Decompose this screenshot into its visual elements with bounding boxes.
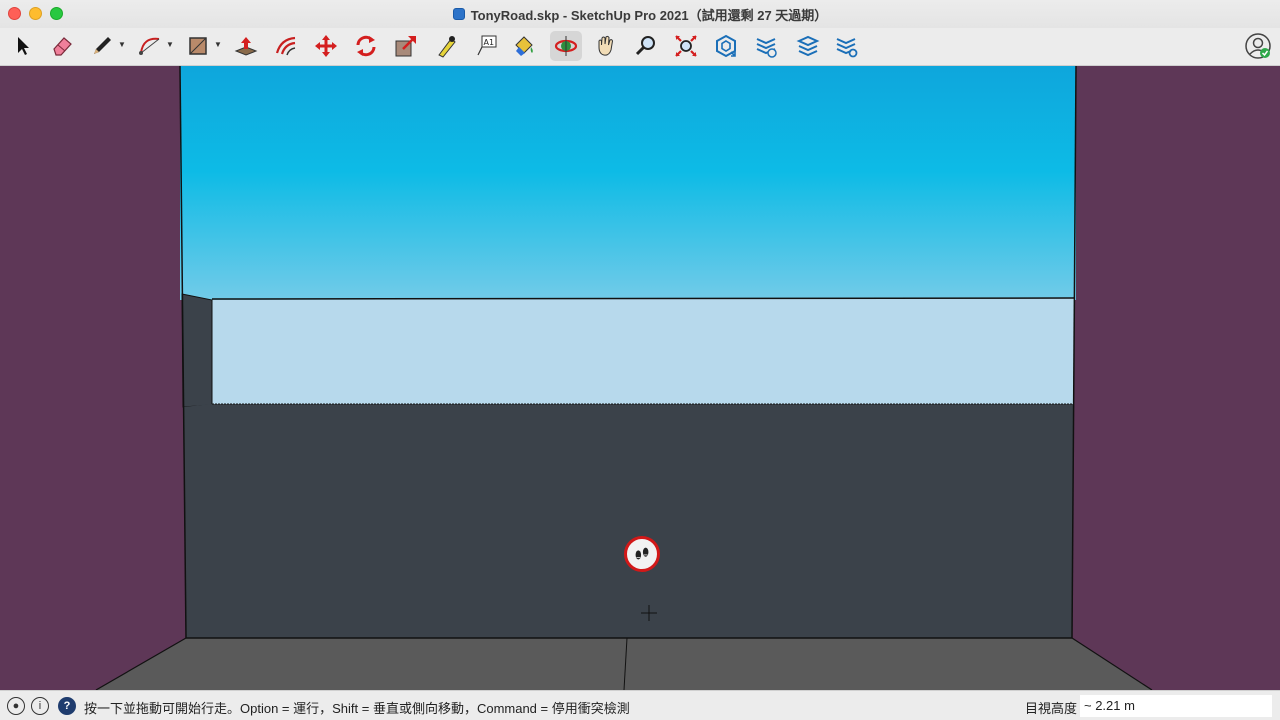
layout-send-button[interactable] [792,31,824,61]
magnifier-icon [635,36,655,56]
offset-icon [275,36,296,56]
far-wall [183,404,1074,638]
window-controls [8,7,63,20]
arc-tool-dropdown-caret[interactable]: ▼ [166,40,174,49]
account-button[interactable] [1244,32,1272,60]
minimize-window-button[interactable] [29,7,42,20]
extension-warehouse-icon [756,38,777,58]
rectangle-icon [189,37,207,55]
select-tool-button[interactable] [6,31,38,61]
scene-drawing [0,66,1280,690]
offset-tool-button[interactable] [270,31,302,61]
tape-measure-tool-button[interactable] [430,31,462,61]
horizon-haze [212,298,1074,405]
arc-tool-button[interactable] [134,31,166,61]
hand-icon [598,35,614,56]
zoom-extents-icon [675,35,697,57]
help-icon[interactable]: ? [58,697,76,715]
eye-height-label: 目視高度 [1025,701,1078,716]
line-tool-button[interactable] [86,31,118,61]
status-message: 按一下並拖動可開始行走。Option = 運行，Shift = 垂直或側向移動，… [84,701,630,716]
walk-cursor [624,536,660,572]
eye-height-value-field[interactable]: ~ 2.21 m [1080,695,1272,717]
scale-icon [395,36,416,57]
status-bar: ● i ? 按一下並拖動可開始行走。Option = 運行，Shift = 垂直… [0,690,1280,720]
close-window-button[interactable] [8,7,21,20]
extension-warehouse-button[interactable] [750,31,782,61]
eraser-tool-button[interactable] [46,31,78,61]
eraser-icon [53,37,72,56]
horizon-line [211,297,1075,300]
credits-icon[interactable]: i [31,697,49,715]
rotate-icon [356,35,376,57]
zoom-tool-button[interactable] [630,31,662,61]
arc-icon [139,37,160,55]
main-toolbar: ▼ ▼ ▼ A1 [0,28,1280,66]
arrow-cursor-icon [18,37,29,55]
left-return-wall [181,293,213,408]
window-title: TonyRoad.skp - SketchUp Pro 2021（試用還剩 27… [470,7,828,23]
paint-bucket-tool-button[interactable] [508,31,540,61]
window-title-group: TonyRoad.skp - SketchUp Pro 2021（試用還剩 27… [452,5,828,24]
text-a1-icon: A1 [477,35,497,56]
sky-area [180,66,1076,300]
zoom-window-button[interactable] [50,7,63,20]
3d-warehouse-button[interactable] [710,31,742,61]
line-tool-dropdown-caret[interactable]: ▼ [118,40,126,49]
push-pull-icon [234,37,258,56]
rotate-tool-button[interactable] [350,31,382,61]
text-tool-button[interactable]: A1 [470,31,502,61]
layout-icon [796,35,820,57]
zoom-extents-tool-button[interactable] [670,31,702,61]
model-viewport[interactable] [0,66,1280,690]
extension-manager-icon [836,38,858,58]
extension-manager-button[interactable] [830,31,862,61]
rectangle-tool-button[interactable] [182,31,214,61]
title-bar: TonyRoad.skp - SketchUp Pro 2021（試用還剩 27… [0,0,1280,28]
text-tool-label: A1 [484,38,495,47]
move-arrows-icon [315,35,337,57]
pencil-icon [94,37,111,54]
tape-measure-icon [438,36,456,58]
footprints-icon [635,547,649,560]
orbit-tool-button[interactable] [550,31,582,61]
orbit-icon [554,36,578,56]
scale-tool-button[interactable] [390,31,422,61]
rectangle-tool-dropdown-caret[interactable]: ▼ [214,40,222,49]
crosshair-icon [641,605,657,621]
move-tool-button[interactable] [310,31,342,61]
document-icon [452,8,465,20]
user-account-icon [1245,33,1271,59]
warehouse-icon [716,34,736,58]
paint-bucket-icon [515,36,533,56]
geolocation-icon[interactable]: ● [7,697,25,715]
pan-tool-button[interactable] [590,31,622,61]
push-pull-tool-button[interactable] [230,31,262,61]
